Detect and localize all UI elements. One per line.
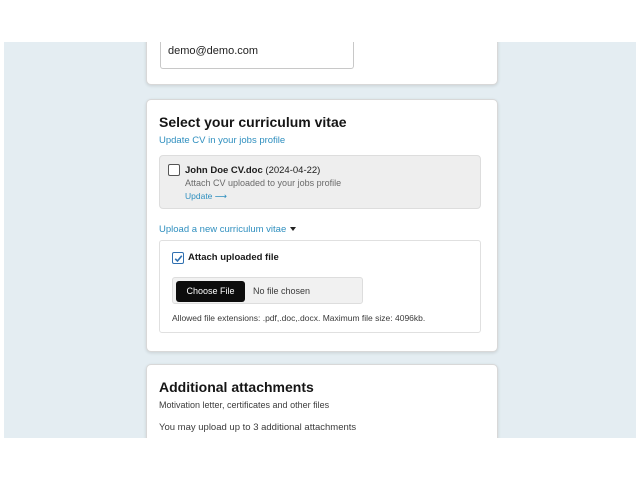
attachments-title: Additional attachments (159, 379, 314, 395)
attach-uploaded-label: Attach uploaded file (188, 252, 279, 263)
choose-file-button[interactable]: Choose File (176, 281, 245, 302)
existing-cv-description: Attach CV uploaded to your jobs profile (185, 178, 342, 188)
email-card: demo@demo.com (146, 42, 498, 85)
attachments-card: Additional attachments Motivation letter… (146, 364, 498, 438)
upload-new-cv-toggle[interactable]: Upload a new curriculum vitae (159, 224, 297, 235)
check-icon (174, 255, 183, 263)
update-cv-profile-link[interactable]: Update CV in your jobs profile (159, 135, 285, 146)
existing-cv-title: John Doe CV.doc (2024-04-22) (185, 165, 320, 176)
cv-section-title: Select your curriculum vitae (159, 114, 347, 130)
attachments-subtitle: Motivation letter, certificates and othe… (159, 400, 330, 410)
upload-new-cv-label: Upload a new curriculum vitae (159, 224, 287, 235)
attach-uploaded-checkbox[interactable] (172, 252, 184, 264)
upload-cv-panel: Attach uploaded file Choose File No file… (159, 240, 481, 333)
cv-file-name: John Doe CV.doc (185, 165, 263, 176)
allowed-extensions-text: Allowed file extensions: .pdf,.doc,.docx… (172, 313, 426, 323)
file-status-text: No file chosen (253, 286, 311, 296)
caret-down-icon (290, 227, 297, 231)
existing-cv-checkbox[interactable] (168, 164, 180, 176)
attachments-limit-text: You may upload up to 3 additional attach… (159, 422, 357, 433)
cv-card: Select your curriculum vitae Update CV i… (146, 99, 498, 352)
email-field[interactable]: demo@demo.com (160, 42, 354, 69)
existing-cv-option[interactable]: John Doe CV.doc (2024-04-22) Attach CV u… (159, 155, 481, 209)
file-input[interactable]: Choose File No file chosen (172, 277, 363, 304)
page-viewport: demo@demo.com Select your curriculum vit… (4, 42, 636, 438)
existing-cv-update-link[interactable]: Update ⟶ (185, 191, 227, 202)
cv-file-date: (2024-04-22) (265, 165, 321, 176)
